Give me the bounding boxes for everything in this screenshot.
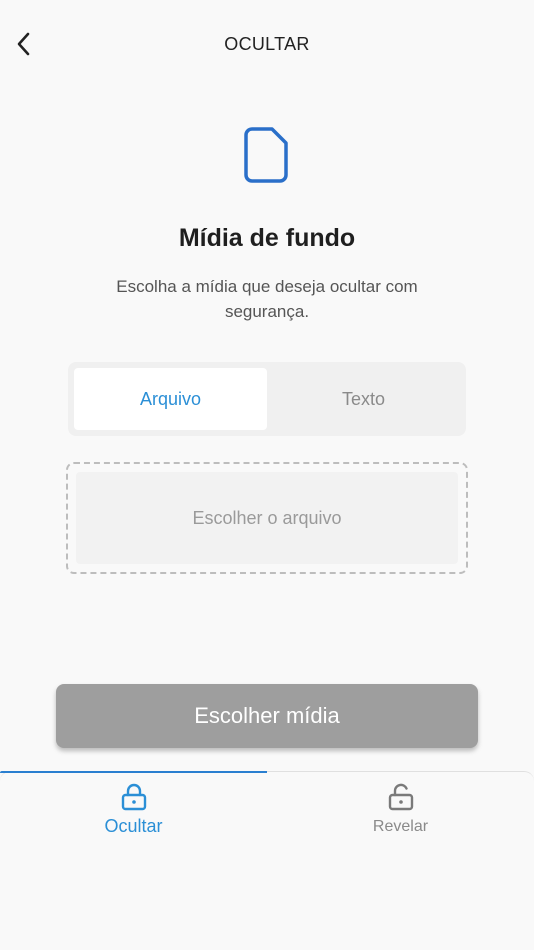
tab-arquivo[interactable]: Arquivo <box>74 368 267 430</box>
active-tab-indicator <box>0 771 267 773</box>
choose-media-button[interactable]: Escolher mídia <box>56 684 478 748</box>
media-type-segmented-control: Arquivo Texto <box>68 362 466 436</box>
app-header: OCULTAR <box>0 0 534 90</box>
page-title: OCULTAR <box>224 34 310 54</box>
section-title: Mídia de fundo <box>178 224 356 252</box>
hide-screen: OCULTAR Mídia de fundo Escolha a mídia q… <box>0 0 534 950</box>
nav-label-ocultar: Ocultar <box>104 816 163 836</box>
bottom-navigation: Ocultar Revelar <box>0 771 534 950</box>
section-description: Escolha a mídia que deseja ocultar com s… <box>116 277 418 321</box>
tab-texto[interactable]: Texto <box>267 368 460 430</box>
unlock-icon <box>388 783 413 811</box>
nav-item-revelar[interactable]: Revelar <box>267 782 534 852</box>
nav-label-revelar: Revelar <box>372 818 429 835</box>
file-icon-container <box>0 126 534 184</box>
choose-file-button[interactable]: Escolher o arquivo <box>76 472 458 564</box>
file-dropzone: Escolher o arquivo <box>66 462 468 574</box>
file-icon <box>244 127 288 183</box>
lock-icon <box>121 783 146 811</box>
nav-item-ocultar[interactable]: Ocultar <box>0 782 267 852</box>
